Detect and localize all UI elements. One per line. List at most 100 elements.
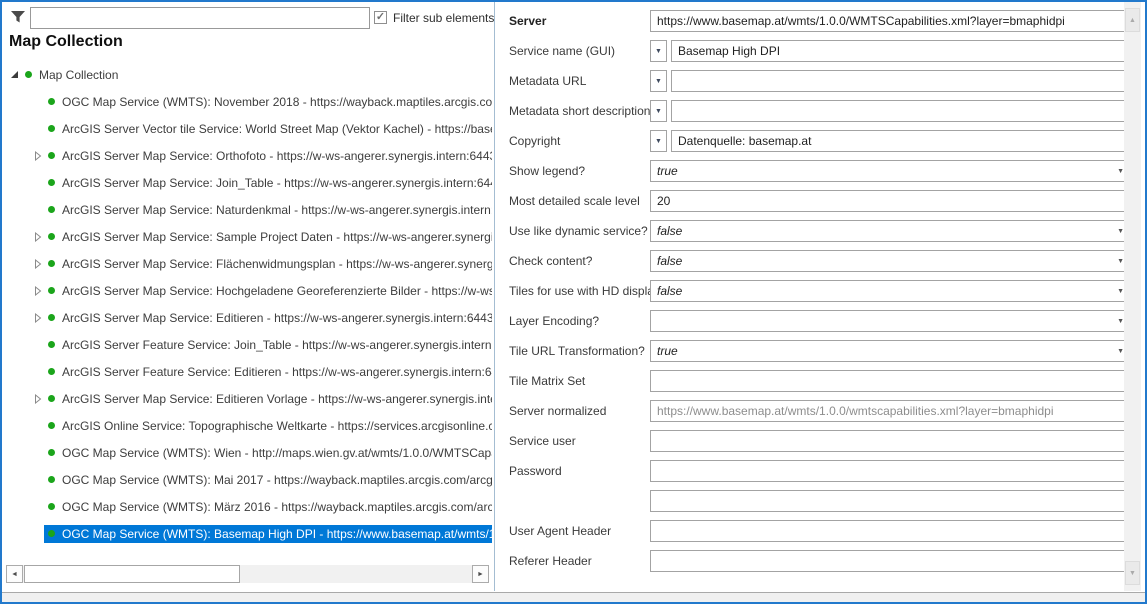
service-status-dot: [48, 206, 55, 213]
field-label: Use like dynamic service?: [509, 224, 650, 238]
tree-item[interactable]: OGC Map Service (WMTS): Mai 2017 - https…: [2, 466, 492, 493]
field-input[interactable]: true ▼: [650, 160, 1131, 182]
field-input[interactable]: false ▼: [650, 250, 1131, 272]
chevron-down-icon: ▼: [1117, 348, 1124, 355]
tree-item-body[interactable]: ArcGIS Server Feature Service: Join_Tabl…: [44, 336, 492, 354]
expander-slot[interactable]: [32, 259, 43, 269]
tree-item-body[interactable]: ArcGIS Server Map Service: Orthofoto - h…: [44, 147, 492, 165]
expander-slot[interactable]: [32, 151, 43, 161]
field-value: Datenquelle: basemap.at: [678, 134, 1124, 148]
tree-item-body[interactable]: ArcGIS Online Service: Topographische We…: [44, 417, 492, 435]
field-input[interactable]: true ▼: [650, 340, 1131, 362]
field-row: Metadata URL ▼: [509, 66, 1131, 96]
tree-item-body[interactable]: ArcGIS Server Map Service: Naturdenkmal …: [44, 201, 492, 219]
field-input[interactable]: [650, 520, 1131, 542]
field-input[interactable]: [650, 490, 1131, 512]
tree-item-body[interactable]: ArcGIS Server Map Service: Editieren Vor…: [44, 390, 492, 408]
field-input[interactable]: [650, 370, 1131, 392]
field-input[interactable]: [650, 430, 1131, 452]
tree-item-body[interactable]: OGC Map Service (WMTS): November 2018 - …: [44, 93, 492, 111]
tree-item-body[interactable]: ArcGIS Server Map Service: Join_Table - …: [44, 174, 492, 192]
tree-item[interactable]: ArcGIS Server Map Service: Editieren - h…: [2, 304, 492, 331]
expander-slot[interactable]: [9, 70, 20, 79]
filter-sub-elements-checkbox[interactable]: ✓: [374, 11, 387, 24]
expander-slot[interactable]: [32, 286, 43, 296]
field-input[interactable]: [650, 550, 1131, 572]
tree-item-body[interactable]: OGC Map Service (WMTS): Basemap High DPI…: [44, 525, 492, 543]
expander-slot[interactable]: [32, 394, 43, 404]
field-input[interactable]: Datenquelle: basemap.at: [671, 130, 1131, 152]
tree-item[interactable]: ArcGIS Online Service: Topographische We…: [2, 412, 492, 439]
chevron-collapsed-icon: [34, 286, 42, 296]
tree-item[interactable]: ArcGIS Server Map Service: Orthofoto - h…: [2, 142, 492, 169]
field-input[interactable]: ▼: [650, 310, 1131, 332]
tree-item[interactable]: OGC Map Service (WMTS): März 2016 - http…: [2, 493, 492, 520]
scroll-right-button[interactable]: ►: [472, 565, 489, 583]
tree-item-body[interactable]: OGC Map Service (WMTS): März 2016 - http…: [44, 498, 492, 516]
chevron-down-icon: ▼: [1117, 228, 1124, 235]
tree-item[interactable]: ArcGIS Server Map Service: Editieren Vor…: [2, 385, 492, 412]
tree-item-body[interactable]: ArcGIS Server Map Service: Hochgeladene …: [44, 282, 492, 300]
filter-sub-elements-label: Filter sub elements: [393, 11, 494, 25]
tree-item-body[interactable]: OGC Map Service (WMTS): Wien - http://ma…: [44, 444, 492, 462]
tree-item[interactable]: ArcGIS Server Feature Service: Editieren…: [2, 358, 492, 385]
tree-item-body[interactable]: ArcGIS Server Map Service: Sample Projec…: [44, 228, 492, 246]
chevron-down-icon: ▼: [1117, 288, 1124, 295]
chevron-collapsed-icon: [34, 313, 42, 323]
tree-item-body[interactable]: ArcGIS Server Vector tile Service: World…: [44, 120, 492, 138]
tree-item-label: OGC Map Service (WMTS): Wien - http://ma…: [62, 446, 492, 460]
tree-item-label: OGC Map Service (WMTS): Mai 2017 - https…: [62, 473, 492, 487]
value-dropdown-button[interactable]: ▼: [650, 100, 667, 122]
tree-item[interactable]: ArcGIS Server Map Service: Flächenwidmun…: [2, 250, 492, 277]
tree-item[interactable]: ArcGIS Server Map Service: Sample Projec…: [2, 223, 492, 250]
bottom-status-bar: [2, 592, 1145, 602]
field-row: Most detailed scale level 20: [509, 186, 1131, 216]
tree-item-label: ArcGIS Server Map Service: Naturdenkmal …: [62, 203, 492, 217]
field-input[interactable]: false ▼: [650, 220, 1131, 242]
tree-item[interactable]: Map Collection: [2, 61, 492, 88]
field-input[interactable]: [671, 70, 1131, 92]
horizontal-scrollbar-thumb[interactable]: [24, 565, 240, 583]
value-dropdown-button[interactable]: ▼: [650, 40, 667, 62]
tree-item-label: ArcGIS Server Map Service: Orthofoto - h…: [62, 149, 492, 163]
expander-slot[interactable]: [32, 313, 43, 323]
field-row: Metadata short description ▼: [509, 96, 1131, 126]
horizontal-scrollbar[interactable]: ◄ ►: [6, 565, 489, 583]
field-input[interactable]: https://www.basemap.at/wmts/1.0.0/WMTSCa…: [650, 10, 1131, 32]
field-label: Service name (GUI): [509, 44, 650, 58]
field-input[interactable]: https://www.basemap.at/wmts/1.0.0/wmtsca…: [650, 400, 1131, 422]
field-input[interactable]: 20: [650, 190, 1131, 212]
tree-item[interactable]: OGC Map Service (WMTS): November 2018 - …: [2, 88, 492, 115]
tree-item-body[interactable]: Map Collection: [21, 66, 123, 84]
tree-item-body[interactable]: ArcGIS Server Feature Service: Editieren…: [44, 363, 492, 381]
tree-item-body[interactable]: ArcGIS Server Map Service: Editieren - h…: [44, 309, 492, 327]
vertical-scrollbar[interactable]: ▲ ▼: [1124, 2, 1141, 591]
tree-item-body[interactable]: ArcGIS Server Map Service: Flächenwidmun…: [44, 255, 492, 273]
value-dropdown-button[interactable]: ▼: [650, 130, 667, 152]
checkmark-icon: ✓: [376, 12, 385, 23]
field-input[interactable]: [671, 100, 1131, 122]
scroll-up-button[interactable]: ▲: [1125, 8, 1140, 32]
field-row: Tile Matrix Set: [509, 366, 1131, 396]
filter-input[interactable]: [30, 7, 370, 29]
scroll-down-button[interactable]: ▼: [1125, 561, 1140, 585]
field-input[interactable]: Basemap High DPI: [671, 40, 1131, 62]
tree-item[interactable]: ArcGIS Server Map Service: Hochgeladene …: [2, 277, 492, 304]
value-dropdown-button[interactable]: ▼: [650, 70, 667, 92]
chevron-collapsed-icon: [34, 232, 42, 242]
tree-item[interactable]: ArcGIS Server Feature Service: Join_Tabl…: [2, 331, 492, 358]
expander-slot[interactable]: [32, 232, 43, 242]
field-input[interactable]: [650, 460, 1131, 482]
tree-item[interactable]: ArcGIS Server Map Service: Naturdenkmal …: [2, 196, 492, 223]
tree-item[interactable]: ArcGIS Server Map Service: Join_Table - …: [2, 169, 492, 196]
tree-item[interactable]: OGC Map Service (WMTS): Basemap High DPI…: [2, 520, 492, 547]
field-label: Most detailed scale level: [509, 194, 650, 208]
field-input[interactable]: false ▼: [650, 280, 1131, 302]
tree-item[interactable]: OGC Map Service (WMTS): Wien - http://ma…: [2, 439, 492, 466]
tree-item-body[interactable]: OGC Map Service (WMTS): Mai 2017 - https…: [44, 471, 492, 489]
scroll-left-button[interactable]: ◄: [6, 565, 23, 583]
tree-item-label: ArcGIS Server Map Service: Editieren Vor…: [62, 392, 492, 406]
tree-item[interactable]: ArcGIS Server Vector tile Service: World…: [2, 115, 492, 142]
service-status-dot: [48, 179, 55, 186]
field-label: Metadata URL: [509, 74, 650, 88]
